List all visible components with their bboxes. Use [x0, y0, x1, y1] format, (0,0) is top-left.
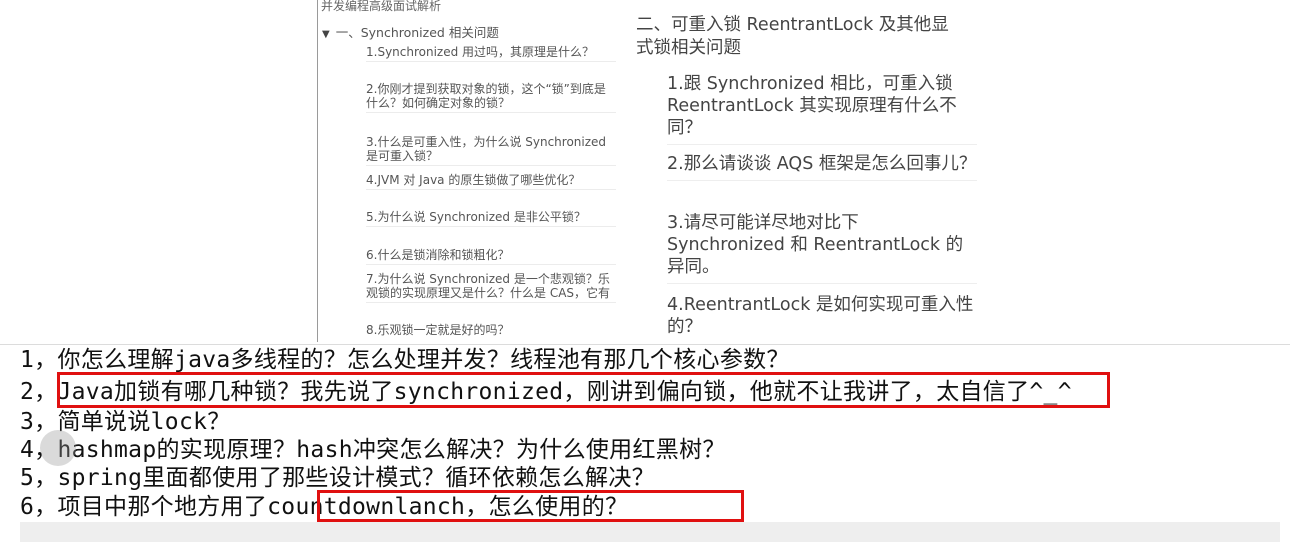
bottom-bar	[20, 522, 1280, 542]
toc-item[interactable]: 2.那么请谈谈 AQS 框架是怎么回事儿？	[667, 153, 977, 181]
cursor-circle	[40, 430, 76, 466]
toc-item[interactable]: 4.ReentrantLock 是如何实现可重入性的？	[667, 294, 977, 342]
toc-item[interactable]: 7.为什么说 Synchronized 是一个悲观锁？乐观锁的实现原理又是什么？…	[366, 272, 616, 303]
toc-item[interactable]: 4.JVM 对 Java 的原生锁做了哪些优化？	[366, 173, 616, 190]
toc-section-reentrantlock[interactable]: 二、可重入锁 ReentrantLock 及其他显式锁相关问题	[636, 14, 956, 60]
toc-section-label: 一、Synchronized 相关问题	[335, 25, 499, 40]
highlight-box	[57, 372, 1110, 408]
caret-down-icon[interactable]: ▼	[322, 29, 330, 40]
toc-item[interactable]: 3.什么是可重入性，为什么说 Synchronized 是可重入锁？	[366, 135, 616, 166]
toc-item[interactable]: 2.你刚才提到获取对象的锁，这个“锁”到底是什么？如何确定对象的锁？	[366, 82, 616, 113]
note-line: 5，spring里面都使用了那些设计模式？循环依赖怎么解决？	[20, 465, 655, 491]
right-toc-panel: 二、可重入锁 ReentrantLock 及其他显式锁相关问题 1.跟 Sync…	[630, 0, 980, 342]
note-line: 4，hashmap的实现原理？hash冲突怎么解决？为什么使用红黑树？	[20, 437, 726, 463]
toc-item[interactable]: 6.什么是锁消除和锁粗化？	[366, 248, 616, 265]
toc-title: 并发编程高级面试解析	[321, 0, 442, 13]
toc-item[interactable]: 8.乐观锁一定就是好的吗？	[366, 323, 616, 339]
toc-item[interactable]: 1.Synchronized 用过吗，其原理是什么？	[366, 45, 616, 62]
note-line: 1，你怎么理解java多线程的？怎么处理并发？线程池有那几个核心参数？	[20, 347, 790, 373]
left-toc-panel: 并发编程高级面试解析 ▼ 一、Synchronized 相关问题 1.Synchr…	[317, 0, 621, 342]
toc-item[interactable]: 1.跟 Synchronized 相比，可重入锁 ReentrantLock 其…	[667, 73, 977, 145]
toc-item[interactable]: 3.请尽可能详尽地对比下 Synchronized 和 ReentrantLoc…	[667, 212, 977, 284]
toc-section-synchronized[interactable]: ▼ 一、Synchronized 相关问题	[322, 22, 499, 41]
toc-item[interactable]: 5.为什么说 Synchronized 是非公平锁？	[366, 210, 616, 227]
highlight-box	[317, 490, 744, 522]
